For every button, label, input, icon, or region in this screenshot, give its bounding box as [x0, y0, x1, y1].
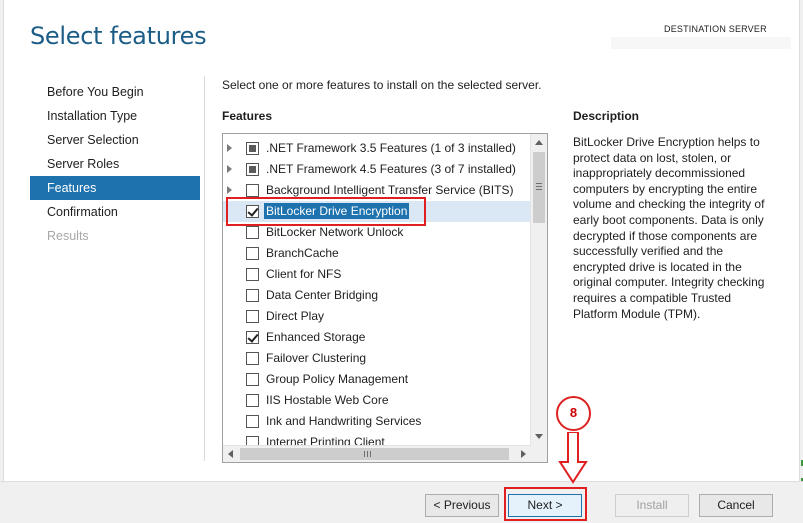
nav-item-features[interactable]: Features [30, 176, 200, 200]
feature-row[interactable]: .NET Framework 3.5 Features (1 of 3 inst… [223, 138, 531, 159]
feature-row[interactable]: Direct Play [223, 306, 531, 327]
feature-checkbox[interactable] [246, 310, 259, 323]
nav-item-server-roles[interactable]: Server Roles [30, 152, 200, 176]
feature-row[interactable]: IIS Hostable Web Core [223, 390, 531, 411]
feature-label: .NET Framework 3.5 Features (1 of 3 inst… [266, 141, 516, 155]
feature-label: .NET Framework 4.5 Features (3 of 7 inst… [266, 162, 516, 176]
nav-item-confirmation[interactable]: Confirmation [30, 200, 200, 224]
grip-line [536, 186, 542, 187]
grip-line [536, 183, 542, 184]
feature-checkbox[interactable] [246, 184, 259, 197]
nav-item-results: Results [47, 229, 89, 243]
destination-server-value [611, 37, 791, 49]
feature-label: BranchCache [266, 246, 339, 260]
scroll-thumb[interactable] [533, 152, 545, 223]
feature-row[interactable]: Group Policy Management [223, 369, 531, 390]
feature-label: Group Policy Management [266, 372, 409, 386]
window-right-edge [799, 0, 803, 523]
feature-label: Direct Play [266, 309, 325, 323]
feature-row[interactable]: BranchCache [223, 243, 531, 264]
horizontal-scrollbar[interactable] [223, 445, 531, 462]
feature-label: Ink and Handwriting Services [266, 414, 422, 428]
hscroll-thumb[interactable] [240, 448, 509, 460]
vertical-scrollbar[interactable] [530, 134, 547, 445]
page-title: Select features [30, 22, 207, 50]
features-tree[interactable]: .NET Framework 3.5 Features (1 of 3 inst… [222, 133, 548, 463]
step-number-badge: 8 [556, 396, 591, 431]
nav-divider [204, 76, 205, 461]
grip-line [370, 451, 371, 457]
expand-arrow-icon[interactable] [227, 144, 232, 152]
instruction-text: Select one or more features to install o… [222, 78, 542, 92]
nav-item-server-selection[interactable]: Server Selection [30, 128, 200, 152]
scroll-corner [530, 445, 547, 462]
feature-label: Data Center Bridging [266, 288, 379, 302]
feature-label: Client for NFS [266, 267, 342, 281]
feature-checkbox[interactable] [246, 436, 259, 445]
scroll-left-icon[interactable] [228, 450, 233, 458]
feature-label: Failover Clustering [266, 351, 367, 365]
install-button[interactable]: Install [615, 494, 689, 517]
feature-row[interactable]: .NET Framework 4.5 Features (3 of 7 inst… [223, 159, 531, 180]
features-list: .NET Framework 3.5 Features (1 of 3 inst… [223, 134, 531, 445]
features-heading: Features [222, 109, 273, 123]
scroll-down-icon[interactable] [535, 434, 543, 439]
feature-checkbox[interactable] [246, 226, 259, 239]
feature-checkbox[interactable] [246, 373, 259, 386]
nav-item-installation-type[interactable]: Installation Type [30, 104, 200, 128]
window-left-edge [0, 0, 4, 523]
description-heading: Description [573, 109, 640, 123]
feature-row[interactable]: Failover Clustering [223, 348, 531, 369]
scroll-up-icon[interactable] [535, 140, 543, 145]
grip-line [364, 451, 365, 457]
feature-checkbox[interactable] [246, 352, 259, 365]
feature-row[interactable]: Client for NFS [223, 264, 531, 285]
feature-row[interactable]: Enhanced Storage [223, 327, 531, 348]
previous-button[interactable]: < Previous [425, 494, 499, 517]
feature-checkbox[interactable] [246, 289, 259, 302]
highlight-box-next [504, 487, 587, 521]
cancel-button[interactable]: Cancel [699, 494, 773, 517]
feature-checkbox[interactable] [246, 331, 259, 344]
wizard-nav: Before You Begin Installation Type Server … [30, 80, 200, 248]
grip-line [367, 451, 368, 457]
highlight-box-bitlocker [226, 197, 426, 226]
feature-checkbox[interactable] [246, 268, 259, 281]
feature-checkbox[interactable] [246, 142, 259, 155]
feature-checkbox[interactable] [246, 394, 259, 407]
feature-checkbox[interactable] [246, 415, 259, 428]
feature-label: Enhanced Storage [266, 330, 366, 344]
feature-label: Internet Printing Client [266, 435, 385, 445]
feature-label: Background Intelligent Transfer Service … [266, 183, 514, 197]
nav-item-before-you-begin[interactable]: Before You Begin [30, 80, 200, 104]
destination-server-label: DESTINATION SERVER [664, 24, 767, 34]
expand-arrow-icon[interactable] [227, 186, 232, 194]
feature-checkbox[interactable] [246, 247, 259, 260]
feature-row[interactable]: Ink and Handwriting Services [223, 411, 531, 432]
feature-label: IIS Hostable Web Core [266, 393, 389, 407]
expand-arrow-icon[interactable] [227, 165, 232, 173]
feature-row[interactable]: Internet Printing Client [223, 432, 531, 445]
description-text: BitLocker Drive Encryption helps to prot… [573, 135, 765, 321]
feature-row[interactable]: Data Center Bridging [223, 285, 531, 306]
feature-checkbox[interactable] [246, 163, 259, 176]
scroll-right-icon[interactable] [521, 450, 526, 458]
down-arrow-icon [558, 432, 588, 484]
grip-line [536, 189, 542, 190]
feature-label: BitLocker Network Unlock [266, 225, 404, 239]
